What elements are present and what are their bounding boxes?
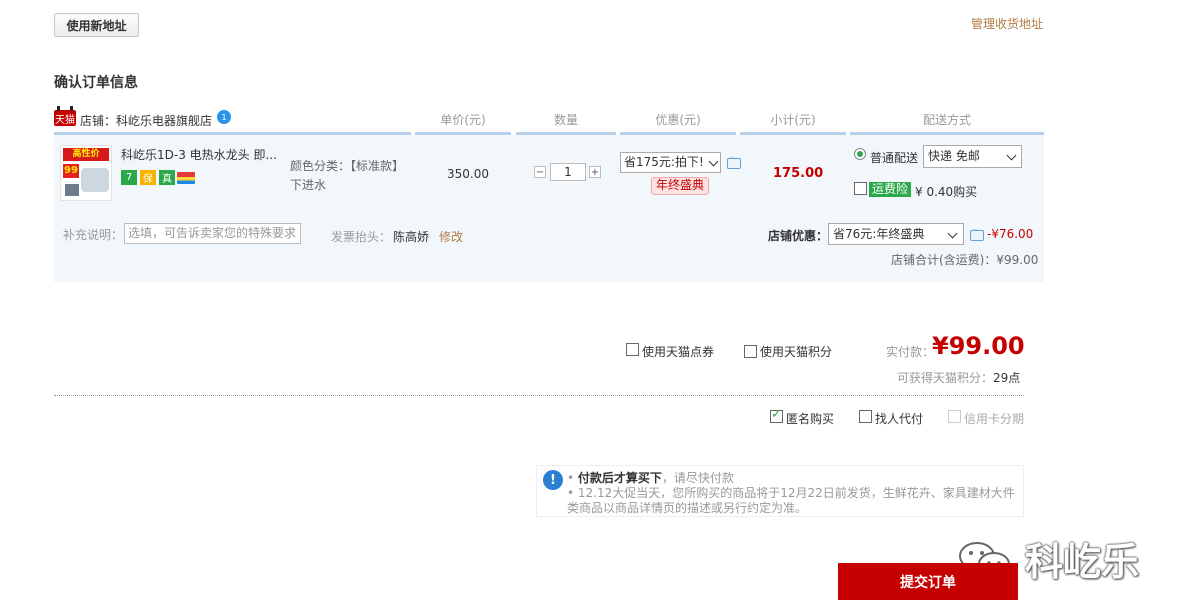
quantity-input[interactable]: 1 (550, 163, 586, 181)
authentic-icon: 真 (159, 170, 175, 185)
page-title: 确认订单信息 (54, 75, 138, 91)
shop-discount-amount: -¥76.00 (987, 227, 1034, 241)
points-label: 可获得天猫积分： (897, 371, 994, 385)
item-discount-select[interactable]: 省175元:拍下! (620, 152, 721, 173)
wangwang-chat-icon[interactable]: 1 (217, 110, 231, 124)
shop-discount-select[interactable]: 省76元:年终盛典 (828, 223, 964, 245)
watermark-text: 科屹乐 (1025, 540, 1140, 584)
col-header-price: 单价(元) (440, 113, 486, 127)
tmall-points-label[interactable]: 使用天猫积分 (760, 343, 832, 360)
product-thumbnail[interactable]: 高性价 99 (60, 145, 112, 201)
guarantee-icon: 保 (140, 170, 156, 185)
seven-day-return-icon: 7 (121, 170, 137, 185)
freight-insurance-badge: 运费险 (869, 182, 912, 197)
shop-discount-value: 省76元:年终盛典 (833, 227, 925, 241)
thumb-banner: 高性价 (63, 148, 109, 161)
item-subtotal: 175.00 (773, 166, 824, 181)
anonymous-label[interactable]: 匿名购买 (786, 410, 834, 427)
quantity-increase-button[interactable]: + (589, 166, 601, 178)
notice-text-body: 12.12大促当天，您所购买的商品将于12月22日前发货，生鲜花卉、家具建材大件… (567, 486, 1015, 515)
item-discount-value: 省175元:拍下! (624, 155, 704, 169)
sku-color-label: 颜色分类：【标准款】 (290, 159, 405, 173)
remark-label: 补充说明： (63, 228, 124, 242)
freight-insurance-checkbox[interactable] (854, 182, 867, 195)
discount-info-icon[interactable] (727, 154, 741, 169)
tmall-coupon-checkbox[interactable] (626, 343, 639, 356)
divider (54, 395, 1024, 396)
amount-paid: ¥99.00 (932, 332, 1025, 360)
notice-title-suffix: ，请尽快付款 (661, 471, 734, 485)
col-header-quantity: 数量 (553, 113, 578, 127)
unit-price: 350.00 (447, 167, 489, 181)
promo-tag: 年终盛典 (651, 177, 710, 195)
product-name-link[interactable]: 科屹乐1D-3 电热水龙头 即... (121, 146, 277, 163)
quantity-decrease-button[interactable]: − (534, 166, 546, 178)
faucet-image (65, 184, 79, 196)
chevron-down-icon (708, 156, 719, 167)
anonymous-checkbox[interactable] (770, 407, 783, 423)
chevron-down-icon (947, 228, 958, 239)
points-earned: 可获得天猫积分：29点 (897, 369, 1020, 386)
credit-card-icon (177, 172, 195, 184)
tmall-icon: 天猫 (54, 106, 76, 126)
col-header-shipping: 配送方式 (922, 113, 971, 127)
order-extra-row (54, 211, 1044, 282)
invoice-value: 陈高娇 (393, 230, 430, 244)
use-new-address-button[interactable]: 使用新地址 (54, 13, 139, 37)
amount-paid-label: 实付款： (886, 345, 935, 359)
shipping-method-value: 快递 免邮 (928, 149, 980, 163)
sku-value: 下进水 (290, 178, 327, 192)
freight-insurance-price: ¥ 0.40购买 (915, 185, 978, 199)
points-value: 29 (993, 371, 1009, 385)
tmall-coupon-label[interactable]: 使用天猫点券 (642, 343, 714, 360)
col-header-discount: 优惠(元) (655, 113, 701, 127)
manage-address-link[interactable]: 管理收货地址 (971, 15, 1043, 32)
shipping-option-label: 普通配送 (870, 151, 919, 165)
shop-total: 店铺合计(含运费)：¥99.00 (891, 253, 1039, 267)
installment-label: 信用卡分期 (964, 412, 1025, 426)
invoice-edit-link[interactable]: 修改 (439, 228, 463, 245)
shipping-radio[interactable] (854, 148, 866, 160)
proxy-pay-label[interactable]: 找人代付 (875, 410, 923, 427)
installment-checkbox (948, 410, 961, 423)
discount-info-icon[interactable] (970, 226, 984, 241)
thumb-price: 99 (63, 164, 79, 178)
shipping-method-select[interactable]: 快递 免邮 (923, 145, 1022, 168)
col-header-subtotal: 小计(元) (770, 113, 816, 127)
chevron-down-icon (1006, 150, 1017, 161)
submit-order-button[interactable]: 提交订单 (838, 563, 1018, 600)
shop-discount-label: 店铺优惠： (768, 229, 829, 243)
proxy-pay-checkbox[interactable] (859, 410, 872, 423)
remark-input[interactable]: 选填，可告诉卖家您的特殊要求 (124, 223, 301, 244)
shop-name-link[interactable]: 店铺：科屹乐电器旗舰店 (80, 112, 212, 129)
points-unit: 点 (1008, 371, 1021, 385)
info-icon: ! (543, 470, 563, 490)
faucet-image (81, 168, 109, 192)
notice-text: • 12.12大促当天，您所购买的商品将于12月22日前发货，生鲜花卉、家具建材… (567, 486, 1015, 515)
notice-title-strong: 付款后才算买下 (577, 471, 662, 485)
invoice-label: 发票抬头： (331, 230, 392, 244)
notice-title: • 付款后才算买下，请尽快付款 (567, 471, 734, 485)
tmall-points-checkbox[interactable] (744, 345, 757, 358)
